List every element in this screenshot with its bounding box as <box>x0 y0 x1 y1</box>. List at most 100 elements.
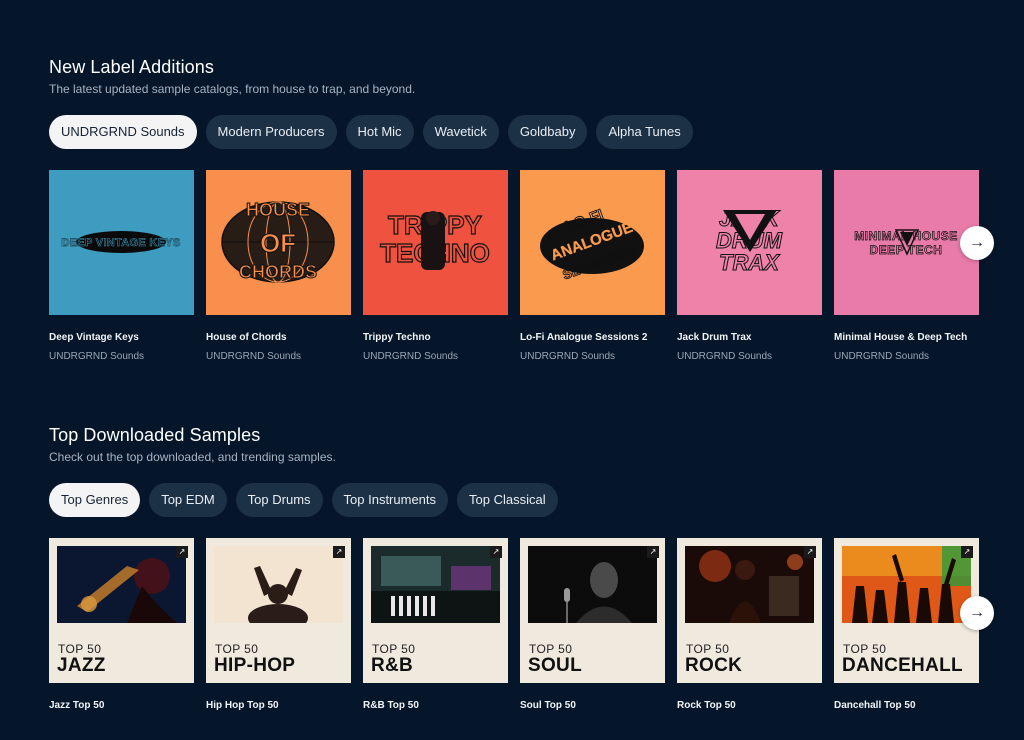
svg-text:HOUSE: HOUSE <box>246 200 310 220</box>
genre-top-label: TOP 50 <box>58 642 102 656</box>
pack-card-lofi-analogue-sessions-2[interactable]: LO-FI ANALOGUE SESSIONS 2 Lo-Fi Analogue… <box>520 170 665 363</box>
card-label: UNDRGRND Sounds <box>363 351 459 362</box>
pill-goldbaby[interactable]: Goldbaby <box>507 115 588 149</box>
genre-cover[interactable]: ↗ TOP 50 ROCK <box>677 538 822 683</box>
genre-top-label: TOP 50 <box>215 642 259 656</box>
pack-cover[interactable]: MINIMAL HOUSE DEEP TECH <box>834 170 979 315</box>
card-title: R&B Top 50 <box>363 700 419 711</box>
soul-photo <box>528 546 657 623</box>
genre-cards-row: ↗ TOP 50 JAZZ Jazz Top 50 ↗ TOP 50 HIP-H… <box>49 538 979 712</box>
rock-photo <box>685 546 814 623</box>
pack-cover[interactable]: TRIPPY TECHNO <box>363 170 508 315</box>
house-of-chords-art: HOUSE OF CHORDS <box>221 200 335 283</box>
section-subtitle: The latest updated sample catalogs, from… <box>49 82 416 96</box>
genre-card-hip-hop[interactable]: ↗ TOP 50 HIP-HOP Hip Hop Top 50 <box>206 538 351 712</box>
card-title: Rock Top 50 <box>677 700 736 711</box>
svg-text:DEEP TECH: DEEP TECH <box>870 243 943 257</box>
genre-name: SOUL <box>528 655 582 676</box>
genre-name: R&B <box>371 655 414 676</box>
svg-text:OF: OF <box>260 228 296 258</box>
section-title: New Label Additions <box>49 57 215 77</box>
genre-name: JAZZ <box>57 655 106 676</box>
pack-cover[interactable]: HOUSE OF CHORDS <box>206 170 351 315</box>
pack-cover[interactable]: JACK DRUM TRAX <box>677 170 822 315</box>
external-link-icon: ↗ <box>333 546 345 558</box>
card-title: Soul Top 50 <box>520 700 576 711</box>
genre-name: DANCEHALL <box>842 655 963 676</box>
svg-text:CHORDS: CHORDS <box>239 262 317 282</box>
genre-card-dancehall[interactable]: ↗ TOP 50 DANCEHALL Dancehall Top 50 <box>834 538 979 712</box>
next-arrow-button[interactable]: → <box>960 596 994 630</box>
rnb-photo <box>371 546 500 623</box>
card-label: UNDRGRND Sounds <box>520 351 616 362</box>
pack-cover[interactable]: DEEP VINTAGE KEYS DEEP VINTAGE KEYS <box>49 170 194 315</box>
section-title: Top Downloaded Samples <box>49 425 261 445</box>
card-label: UNDRGRND Sounds <box>677 351 773 362</box>
card-title: House of Chords <box>206 332 287 343</box>
card-label: UNDRGRND Sounds <box>834 351 930 362</box>
card-title: Deep Vintage Keys <box>49 332 139 343</box>
pack-card-jack-drum-trax[interactable]: JACK DRUM TRAX Jack Drum Trax UNDRGRND S… <box>677 170 822 363</box>
label-filter-pills: UNDRGRND Sounds Modern Producers Hot Mic… <box>49 115 1009 149</box>
genre-top-label: TOP 50 <box>843 642 887 656</box>
pack-card-house-of-chords[interactable]: HOUSE OF CHORDS House of Chords UNDRGRND… <box>206 170 351 363</box>
card-label: UNDRGRND Sounds <box>206 351 302 362</box>
pack-card-deep-vintage-keys[interactable]: DEEP VINTAGE KEYS DEEP VINTAGE KEYS Deep… <box>49 170 194 363</box>
minimal-house-art: MINIMAL HOUSE DEEP TECH <box>854 229 958 258</box>
next-arrow-button[interactable]: → <box>960 226 994 260</box>
card-title: Lo-Fi Analogue Sessions 2 <box>520 332 648 343</box>
lofi-analogue-art: LO-FI ANALOGUE SESSIONS 2 <box>540 206 644 283</box>
card-label: UNDRGRND Sounds <box>49 351 145 362</box>
hip-hop-photo <box>214 546 343 623</box>
genre-cover[interactable]: ↗ TOP 50 R&B <box>363 538 508 683</box>
genre-card-soul[interactable]: ↗ TOP 50 SOUL Soul Top 50 <box>520 538 665 712</box>
card-title: Dancehall Top 50 <box>834 700 916 711</box>
pill-top-classical[interactable]: Top Classical <box>457 483 558 517</box>
pill-top-edm[interactable]: Top EDM <box>149 483 227 517</box>
card-title: Trippy Techno <box>363 332 431 343</box>
genre-top-label: TOP 50 <box>372 642 416 656</box>
pill-undrgrnd-sounds[interactable]: UNDRGRND Sounds <box>49 115 197 149</box>
genre-top-label: TOP 50 <box>686 642 730 656</box>
jazz-photo <box>57 546 186 623</box>
genre-cover[interactable]: ↗ TOP 50 SOUL <box>520 538 665 683</box>
card-title: Jack Drum Trax <box>677 332 752 343</box>
pill-wavetick[interactable]: Wavetick <box>422 115 499 149</box>
arrow-right-icon: → <box>969 234 985 251</box>
pill-top-instruments[interactable]: Top Instruments <box>331 483 449 517</box>
pill-top-genres[interactable]: Top Genres <box>49 483 141 517</box>
svg-text:DEEP VINTAGE KEYS: DEEP VINTAGE KEYS <box>62 237 181 249</box>
deep-vintage-keys-art: DEEP VINTAGE KEYS DEEP VINTAGE KEYS <box>61 231 181 253</box>
top-downloaded-samples-section: Top Downloaded Samples Check out the top… <box>49 424 1009 711</box>
label-cards-row: DEEP VINTAGE KEYS DEEP VINTAGE KEYS Deep… <box>49 170 979 363</box>
genre-cover[interactable]: ↗ TOP 50 HIP-HOP <box>206 538 351 683</box>
jack-drum-trax-art: JACK DRUM TRAX <box>716 206 784 276</box>
genre-name: HIP-HOP <box>214 655 296 676</box>
genre-card-rock[interactable]: ↗ TOP 50 ROCK Rock Top 50 <box>677 538 822 712</box>
external-link-icon: ↗ <box>490 546 502 558</box>
pack-card-trippy-techno[interactable]: TRIPPY TECHNO Trippy Techno UNDRGRND Sou… <box>363 170 508 363</box>
genre-cover[interactable]: ↗ TOP 50 DANCEHALL <box>834 538 979 683</box>
genre-top-label: TOP 50 <box>529 642 573 656</box>
genre-cover[interactable]: ↗ TOP 50 JAZZ <box>49 538 194 683</box>
pill-alpha-tunes[interactable]: Alpha Tunes <box>596 115 693 149</box>
pill-modern-producers[interactable]: Modern Producers <box>205 115 337 149</box>
pack-card-minimal-house-deep-tech[interactable]: MINIMAL HOUSE DEEP TECH Minimal House & … <box>834 170 979 363</box>
external-link-icon: ↗ <box>804 546 816 558</box>
pill-top-drums[interactable]: Top Drums <box>235 483 323 517</box>
trippy-techno-art: TRIPPY TECHNO <box>380 209 490 270</box>
pill-hot-mic[interactable]: Hot Mic <box>345 115 414 149</box>
external-link-icon: ↗ <box>176 546 188 558</box>
genre-card-rnb[interactable]: ↗ TOP 50 R&B R&B Top 50 <box>363 538 508 712</box>
external-link-icon: ↗ <box>647 546 659 558</box>
arrow-right-icon: → <box>969 604 985 621</box>
card-title: Minimal House & Deep Tech <box>834 332 968 343</box>
external-link-icon: ↗ <box>961 546 973 558</box>
samples-filter-pills: Top Genres Top EDM Top Drums Top Instrum… <box>49 483 1009 517</box>
genre-card-jazz[interactable]: ↗ TOP 50 JAZZ Jazz Top 50 <box>49 538 194 712</box>
section-subtitle: Check out the top downloaded, and trendi… <box>49 450 336 464</box>
card-title: Hip Hop Top 50 <box>206 700 279 711</box>
pack-cover[interactable]: LO-FI ANALOGUE SESSIONS 2 <box>520 170 665 315</box>
svg-text:TRAX: TRAX <box>719 250 780 275</box>
dancehall-photo <box>842 546 971 623</box>
